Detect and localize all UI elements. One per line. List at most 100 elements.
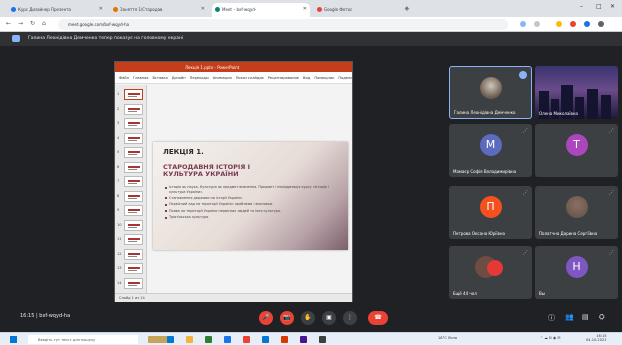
thumbnail-number: 1 xyxy=(117,92,120,96)
profile-avatar[interactable] xyxy=(584,21,590,27)
thumbnail-number: 14 xyxy=(117,280,122,285)
mic-muted-icon: ⋰ xyxy=(523,190,528,196)
activities-icon[interactable]: ⛭ xyxy=(599,313,605,322)
extension-icon[interactable] xyxy=(520,21,526,27)
participant-tile[interactable]: ⋰ Полатчна Дарина Сергіївна xyxy=(535,186,618,239)
taskbar-app-icon[interactable] xyxy=(224,336,231,343)
taskbar-search-input[interactable]: Введіть тут текст для пошуку xyxy=(28,335,138,344)
slide-thumbnail[interactable] xyxy=(124,89,143,100)
browser-tab[interactable]: Meet – bxf-wqyd- ✕ xyxy=(212,3,310,17)
ribbon-tab[interactable]: Рецензирование xyxy=(268,76,299,80)
browser-tab-strip: + – □ ✕ Курс Дизайнер Презента ✕ Заняття 1… xyxy=(0,0,622,17)
forward-icon[interactable]: → xyxy=(18,20,23,27)
raise-hand-button[interactable]: ✋ xyxy=(301,311,315,325)
people-icon[interactable]: 👥 xyxy=(565,313,574,321)
participant-name: Петрова Оксана Юріївна xyxy=(453,231,505,236)
taskbar-app-icon[interactable] xyxy=(205,336,212,343)
browser-tab[interactable]: Google Фотос ✕ xyxy=(314,3,412,17)
participant-tile[interactable]: П ⋰ Петрова Оксана Юріївна xyxy=(449,186,532,239)
slide-thumbnail[interactable] xyxy=(124,103,143,115)
slide-thumbnail[interactable] xyxy=(124,118,143,129)
slide-thumbnails: 1 2 3 4 5 6 7 8 9 10 11 12 13 14 xyxy=(115,85,147,293)
info-icon[interactable]: ⓘ xyxy=(548,313,555,323)
taskbar-app-icon[interactable] xyxy=(262,336,269,343)
close-tab-icon[interactable]: ✕ xyxy=(201,6,205,12)
tab-label: Курс Дизайнер Презента xyxy=(18,7,71,12)
maximize-button[interactable]: □ xyxy=(596,3,602,10)
ribbon-tab[interactable]: Помощник xyxy=(314,76,334,80)
back-icon[interactable]: ← xyxy=(6,20,11,27)
reload-icon[interactable]: ↻ xyxy=(30,20,35,27)
ribbon-tab[interactable]: Вид xyxy=(303,76,310,80)
thumbnail-number: 6 xyxy=(117,164,120,169)
weather-widget[interactable]: 18°C Ясно xyxy=(438,336,457,340)
ribbon-tab[interactable]: Переходы xyxy=(190,76,209,80)
ribbon-tab[interactable]: Анимация xyxy=(213,76,232,80)
chat-icon[interactable]: ▤ xyxy=(582,313,589,321)
close-tab-icon[interactable]: ✕ xyxy=(405,6,409,12)
participant-avatar xyxy=(486,260,503,276)
participant-tile[interactable]: T ⋰ xyxy=(535,124,618,177)
camera-off-button[interactable]: 📷 xyxy=(280,311,294,325)
slide-thumbnail[interactable] xyxy=(124,190,143,202)
ribbon-tab[interactable]: Файл xyxy=(119,76,129,80)
slide-thumbnail[interactable] xyxy=(124,147,143,158)
extension-icon[interactable] xyxy=(570,21,576,27)
shared-screen-presentation: Лекція 1.pptx - PowerPoint Файл Главная Вс… xyxy=(114,61,353,302)
slide-thumbnail[interactable] xyxy=(124,277,143,289)
slide-bullet: Історія як наука. Культура як предмет ви… xyxy=(165,185,335,194)
home-icon[interactable]: ⌂ xyxy=(42,20,46,27)
star-icon[interactable] xyxy=(534,21,540,27)
taskbar-clock[interactable]: 16:15 04.10.2021 xyxy=(586,334,607,342)
close-window-button[interactable]: ✕ xyxy=(610,3,615,10)
taskbar-app-icon[interactable] xyxy=(281,336,288,343)
extension-icon[interactable] xyxy=(556,21,562,27)
mic-muted-icon: ⋰ xyxy=(523,250,528,256)
taskbar-app-icon[interactable] xyxy=(243,336,250,343)
taskbar-app-icon[interactable] xyxy=(186,336,193,343)
slide-subheading: СТАРОДАВНЯ ІСТОРІЯ І КУЛЬТУРА УКРАЇНИ xyxy=(163,163,251,178)
current-slide: ЛЕКЦІЯ 1. СТАРОДАВНЯ ІСТОРІЯ І КУЛЬТУРА … xyxy=(153,142,348,250)
participant-name: Полатчна Дарина Сергіївна xyxy=(539,231,598,236)
taskbar-app-icon[interactable] xyxy=(319,336,326,343)
participant-tile[interactable]: ⋰ Ещё 44 чол xyxy=(449,246,532,299)
taskbar-app-icon[interactable] xyxy=(167,336,174,343)
participant-tile[interactable]: M ⋰ Мамаєр Софія Володимирівна xyxy=(449,124,532,177)
present-screen-icon xyxy=(12,35,20,42)
participant-tile[interactable]: H ⋰ Вы xyxy=(535,246,618,299)
slide-thumbnail[interactable] xyxy=(124,205,143,216)
tab-label: Meet – bxf-wqyd- xyxy=(222,7,257,12)
participant-tile[interactable]: Галина Леонідівна Демченко xyxy=(449,66,532,119)
address-bar-input[interactable]: meet.google.com/bxf-wqyd-ha xyxy=(58,19,508,30)
participant-tile[interactable]: Олена Миколаївна xyxy=(535,66,618,119)
taskbar-app-icon[interactable] xyxy=(300,336,307,343)
slide-thumbnail[interactable] xyxy=(124,161,143,173)
mic-off-button[interactable]: 🎤 xyxy=(259,311,273,325)
present-button[interactable]: ▣ xyxy=(322,311,336,325)
slide-thumbnail[interactable] xyxy=(124,248,143,260)
minimize-button[interactable]: – xyxy=(580,3,583,10)
tab-favicon-icon xyxy=(113,7,118,12)
ribbon-tab[interactable]: Вставка xyxy=(152,76,167,80)
ribbon-tab[interactable]: Поделиться xyxy=(338,76,352,80)
banner-text: Галина Леонідівна Демченко тепер показує… xyxy=(28,36,184,41)
slide-thumbnail[interactable] xyxy=(124,234,143,245)
more-options-button[interactable]: ⋮ xyxy=(343,311,357,325)
slide-thumbnail[interactable] xyxy=(124,132,143,144)
tab-favicon-icon xyxy=(317,7,322,12)
thumbnail-number: 2 xyxy=(117,106,120,111)
windows-start-icon[interactable] xyxy=(10,336,17,343)
ribbon-tab[interactable]: Дизайн xyxy=(172,76,186,80)
ribbon-tab[interactable]: Главная xyxy=(133,76,149,80)
slide-thumbnail[interactable] xyxy=(124,263,143,274)
browser-tab[interactable]: Курс Дизайнер Презента ✕ xyxy=(8,3,106,17)
close-tab-icon[interactable]: ✕ xyxy=(99,6,103,12)
slide-thumbnail[interactable] xyxy=(124,219,143,231)
menu-icon[interactable] xyxy=(598,21,604,27)
slide-thumbnail[interactable] xyxy=(124,176,143,187)
tray-icons[interactable]: ⌃ ☁ ⊟ ◉ ✉ xyxy=(540,336,560,340)
close-tab-icon[interactable]: ✕ xyxy=(303,6,307,12)
browser-tab[interactable]: Заняття 1/Стародав ✕ xyxy=(110,3,208,17)
leave-call-button[interactable]: ☎ xyxy=(368,311,388,325)
ribbon-tab[interactable]: Показ слайдов xyxy=(236,76,264,80)
